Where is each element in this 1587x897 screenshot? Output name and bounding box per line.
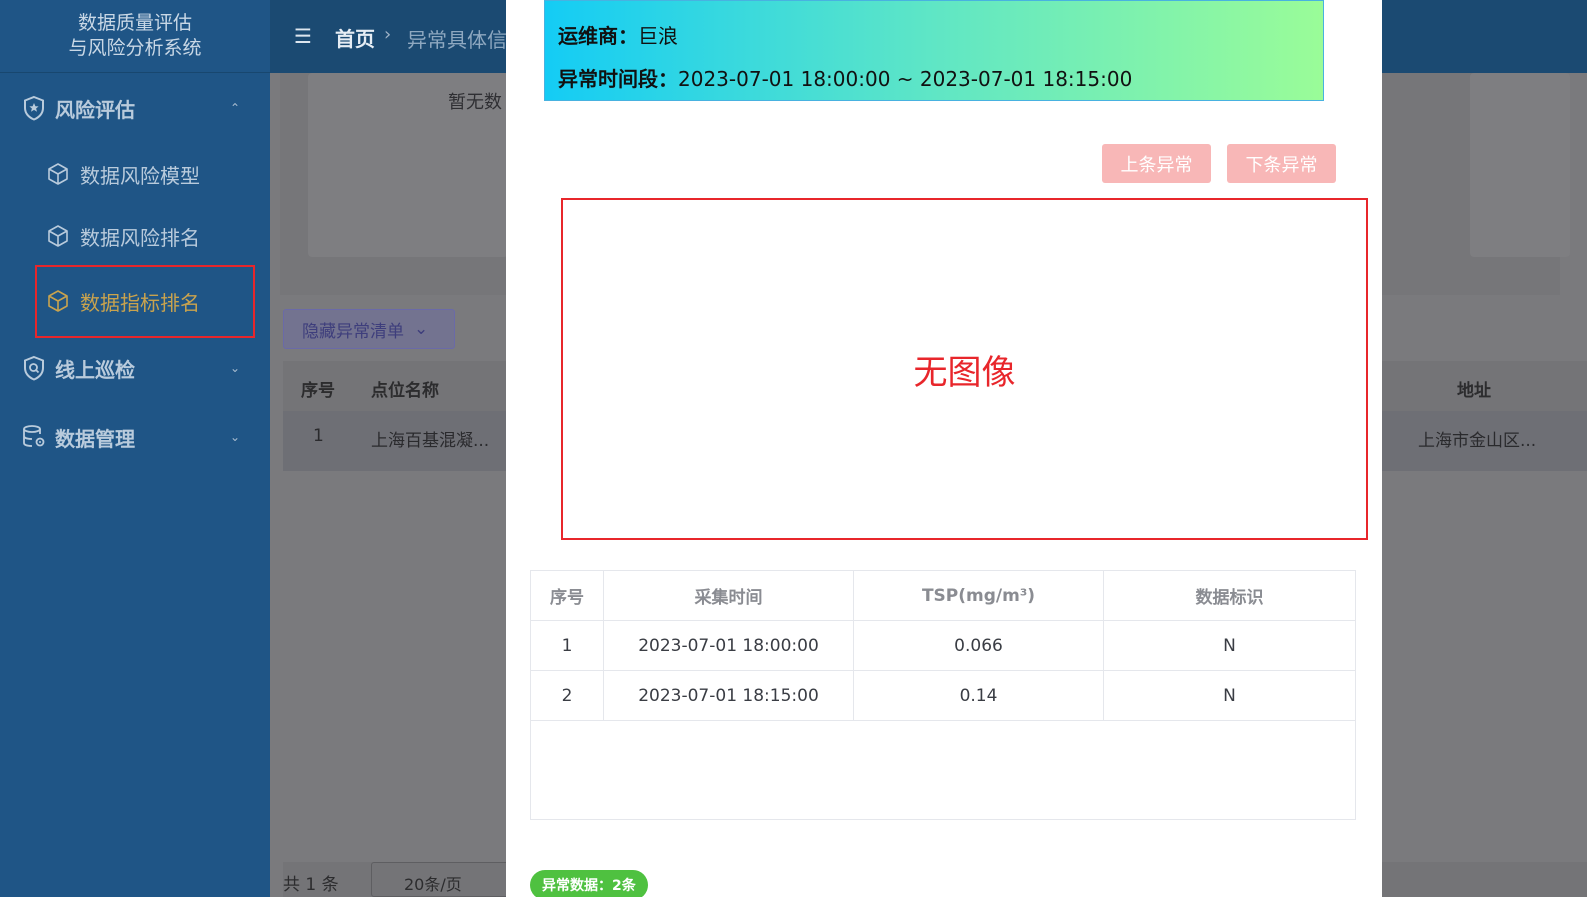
menu-group-risk-assessment[interactable]: 风险评估 ⌃ [0,78,270,138]
hide-anomaly-list-label: 隐藏异常清单 [302,321,404,342]
operator-line: 运维商：巨浪 [558,20,678,49]
menu-group-online-inspection[interactable]: 线上巡检 ⌄ [0,338,270,398]
menu-toggle-icon[interactable]: ☰ [294,24,312,48]
no-image-text: 无图像 [913,352,1016,393]
menu-group-label: 风险评估 [55,97,135,122]
col-address: 地址 [1457,381,1491,401]
page-size-select[interactable]: 20条/页 [371,862,517,897]
menu-group-data-management[interactable]: 数据管理 ⌄ [0,407,270,467]
col-tsp: TSP(mg/m³) [854,571,1104,620]
sidebar-item-label: 数据风险模型 [80,163,200,188]
sidebar-item-risk-model[interactable]: 数据风险模型 [0,144,270,204]
app-title-line1: 数据质量评估 [77,12,192,34]
next-anomaly-button[interactable]: 下条异常 [1227,144,1336,183]
sidebar-item-label: 数据风险排名 [80,225,200,250]
highlight-box [35,265,255,338]
image-placeholder: 无图像 [561,198,1368,540]
chevron-down-icon: ⌄ [230,361,241,375]
anomaly-data-table: 序号 采集时间 TSP(mg/m³) 数据标识 1 2023-07-01 18:… [530,570,1356,820]
cell-data-flag: N [1223,685,1236,706]
breadcrumb-home[interactable]: 首页 [335,23,375,52]
hide-anomaly-list-button[interactable]: 隐藏异常清单 ⌄ [283,309,455,349]
table-row[interactable]: 2 2023-07-01 18:15:00 0.14 N [531,671,1355,721]
anomaly-count-tag: 异常数据：2条 [530,870,648,897]
cell-collect-time: 2023-07-01 18:15:00 [604,671,854,720]
total-count: 共 1 条 [283,875,339,895]
chevron-down-icon: ⌄ [414,319,429,339]
cell-index: 2 [531,671,604,720]
cell-index: 1 [313,426,324,446]
sidebar-item-risk-ranking[interactable]: 数据风险排名 [0,206,270,266]
shield-star-icon [24,95,44,121]
col-data-flag: 数据标识 [1195,588,1264,608]
col-index: 序号 [531,571,604,620]
database-gear-icon [23,425,45,447]
menu-group-label: 数据管理 [55,426,135,451]
col-point-name: 点位名称 [371,381,439,401]
period-line: 异常时间段：2023-07-01 18:00:00 ~ 2023-07-01 1… [558,63,1132,92]
cell-tsp: 0.066 [854,621,1104,670]
col-collect-time: 采集时间 [604,571,854,620]
cell-point-name: 上海百基混凝... [371,431,490,451]
cell-tsp: 0.14 [854,671,1104,720]
operator-label: 运维商： [558,24,638,48]
breadcrumb-current: 异常具体信 [407,28,507,52]
shield-search-icon [24,355,44,381]
sidebar: 数据质量评估 与风险分析系统 风险评估 ⌃ 数据风险模型 数据风险排名 数据指标… [0,0,270,897]
breadcrumb-separator-icon: › [384,24,392,45]
app-title-line2: 与风险分析系统 [68,37,202,59]
prev-anomaly-button[interactable]: 上条异常 [1102,144,1211,183]
anomaly-detail-modal: 运维商：巨浪 异常时间段：2023-07-01 18:00:00 ~ 2023-… [506,0,1382,897]
period-value: 2023-07-01 18:00:00 ~ 2023-07-01 18:15:0… [678,67,1133,91]
chevron-up-icon: ⌃ [230,101,241,115]
chevron-down-icon: ⌄ [230,430,241,444]
period-label: 异常时间段： [558,67,678,91]
cube-icon [48,163,68,185]
cell-collect-time: 2023-07-01 18:00:00 [604,621,854,670]
menu-group-label: 线上巡检 [55,357,135,382]
cell-index: 1 [531,621,604,670]
cell-data-flag: N [1223,635,1236,656]
table-header: 序号 采集时间 TSP(mg/m³) 数据标识 [531,571,1355,621]
app-logo: 数据质量评估 与风险分析系统 [0,0,270,73]
empty-text: 暂无数 [448,92,502,113]
operator-value: 巨浪 [638,24,678,48]
table-row[interactable]: 1 2023-07-01 18:00:00 0.066 N [531,621,1355,671]
cell-address: 上海市金山区... [1418,431,1537,451]
cube-icon [48,225,68,247]
anomaly-info-card: 运维商：巨浪 异常时间段：2023-07-01 18:00:00 ~ 2023-… [544,0,1324,101]
summary-panel-right [1470,73,1570,257]
col-index: 序号 [301,381,335,401]
